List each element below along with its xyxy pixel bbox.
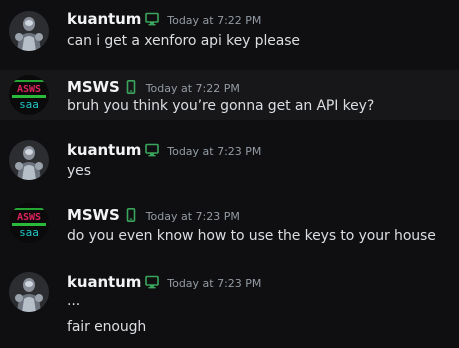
username[interactable]: MSWS [67, 78, 120, 96]
user-avatar[interactable] [9, 272, 49, 312]
message-text: ... [67, 293, 81, 309]
user-avatar[interactable] [9, 140, 49, 180]
message: kuantum Today at 7:23 PM yes [0, 132, 459, 192]
desktop-icon [145, 275, 160, 289]
robot-avatar-icon [9, 11, 49, 51]
svg-text:ASWS: ASWS [17, 84, 41, 95]
message-header: kuantum Today at 7:23 PM [67, 140, 261, 160]
message-text: bruh you think you’re gonna get an API k… [67, 98, 375, 114]
svg-text:saa: saa [19, 226, 39, 239]
chat-log: kuantum Today at 7:22 PM can i get a xen… [0, 0, 459, 348]
mobile-icon [124, 208, 138, 222]
robot-avatar-icon [9, 140, 49, 180]
desktop-icon [145, 12, 160, 26]
timestamp[interactable]: Today at 7:23 PM [167, 143, 261, 158]
mobile-icon [124, 80, 138, 94]
username[interactable]: kuantum [67, 10, 141, 28]
msws-avatar-icon: ASWS saa [9, 75, 49, 115]
svg-text:saa: saa [19, 98, 39, 111]
message-text: can i get a xenforo api key please [67, 33, 300, 49]
message-header: kuantum Today at 7:23 PM [67, 272, 261, 292]
timestamp[interactable]: Today at 7:23 PM [167, 275, 261, 290]
message-header: kuantum Today at 7:22 PM [67, 9, 261, 29]
message-text: do you even know how to use the keys to … [67, 228, 436, 244]
message-header: MSWS Today at 7:22 PM [67, 77, 240, 97]
message: kuantum Today at 7:22 PM can i get a xen… [0, 0, 459, 66]
user-avatar[interactable]: ASWS saa [9, 75, 49, 115]
message-header: MSWS Today at 7:23 PM [67, 205, 240, 225]
message-text: yes [67, 163, 91, 179]
user-avatar[interactable] [9, 11, 49, 51]
message-text: fair enough [67, 319, 147, 335]
message: ASWS saa MSWS Today at 7:23 PM do you ev… [0, 198, 459, 258]
timestamp[interactable]: Today at 7:23 PM [146, 208, 240, 223]
user-avatar[interactable]: ASWS saa [9, 203, 49, 243]
username[interactable]: MSWS [67, 206, 120, 224]
msws-avatar-icon: ASWS saa [9, 203, 49, 243]
desktop-icon [145, 143, 160, 157]
timestamp[interactable]: Today at 7:22 PM [167, 12, 261, 27]
message: kuantum Today at 7:23 PM ... fair enough [0, 264, 459, 348]
timestamp[interactable]: Today at 7:22 PM [146, 80, 240, 95]
svg-text:ASWS: ASWS [17, 212, 41, 223]
username[interactable]: kuantum [67, 141, 141, 159]
robot-avatar-icon [9, 272, 49, 312]
message: ASWS saa MSWS Today at 7:22 PM bruh you … [0, 70, 459, 120]
username[interactable]: kuantum [67, 273, 141, 291]
